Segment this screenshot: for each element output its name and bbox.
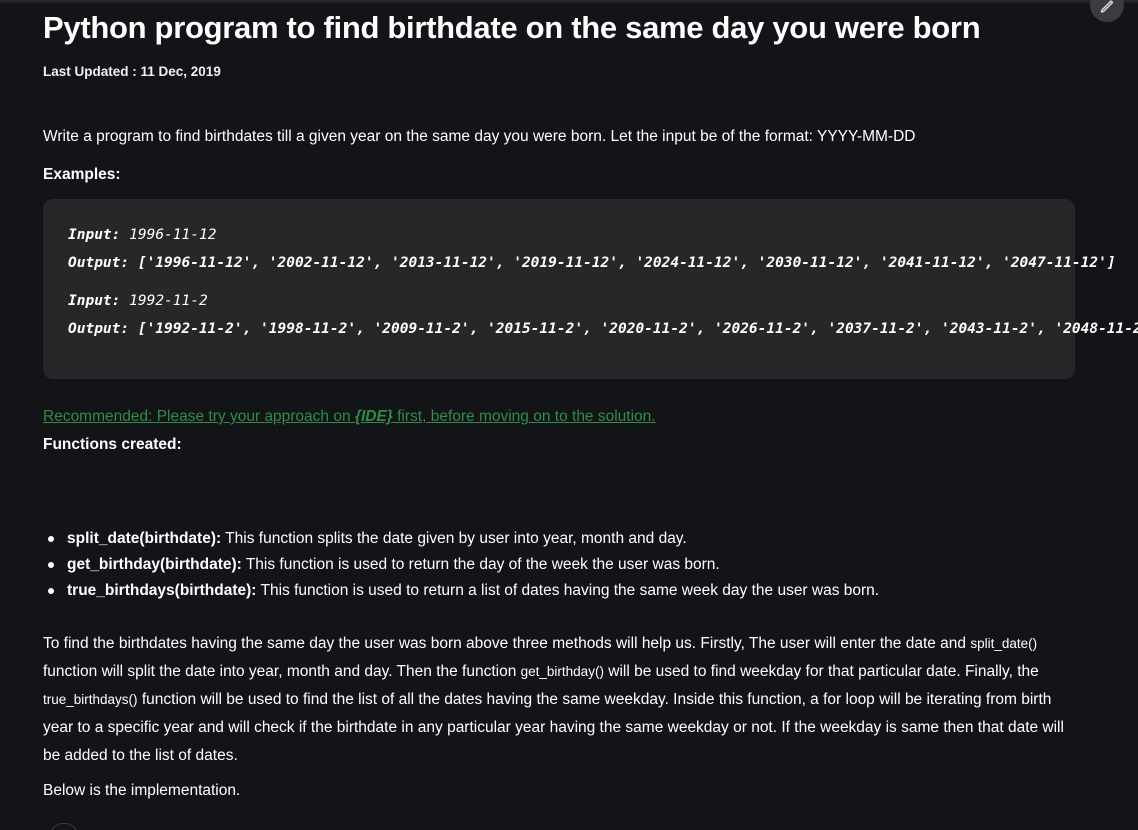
intro-text: Write a program to find birthdates till …	[43, 128, 916, 145]
explanation-paragraph: To find the birthdates having the same d…	[43, 635, 1064, 764]
examples-heading: Examples:	[43, 166, 121, 183]
pencil-icon	[1100, 0, 1114, 13]
example-2-output: Output: ['1992-11-2', '1998-11-2', '2009…	[68, 321, 1138, 337]
page-title: Python program to find birthdate on the …	[43, 10, 981, 45]
example-2-input: Input: 1992-11-2	[68, 293, 208, 309]
article-page: Python program to find birthdate on the …	[0, 0, 1138, 830]
example-1-output: Output: ['1996-11-12', '2002-11-12', '20…	[68, 255, 1116, 271]
list-item: get_birthday(birthdate): This function i…	[43, 554, 879, 580]
example-1-input: Input: 1996-11-12	[68, 227, 217, 243]
code-block-edge	[50, 823, 78, 830]
last-updated: Last Updated : 11 Dec, 2019	[43, 64, 221, 79]
implementation-text: Below is the implementation.	[43, 782, 241, 799]
list-item: split_date(birthdate): This function spl…	[43, 528, 879, 554]
functions-list: split_date(birthdate): This function spl…	[43, 528, 879, 606]
top-divider	[0, 0, 1138, 4]
bullet	[48, 588, 54, 594]
examples-box: Input: 1996-11-12 Output: ['1996-11-12',…	[43, 199, 1138, 379]
recommended-link[interactable]: Recommended: Please try your approach on…	[43, 408, 656, 426]
list-item: true_birthdays(birthdate): This function…	[43, 580, 879, 606]
bullet	[48, 562, 54, 568]
bullet	[48, 536, 54, 542]
functions-heading: Functions created:	[43, 436, 182, 453]
edit-button[interactable]	[1090, 0, 1124, 22]
